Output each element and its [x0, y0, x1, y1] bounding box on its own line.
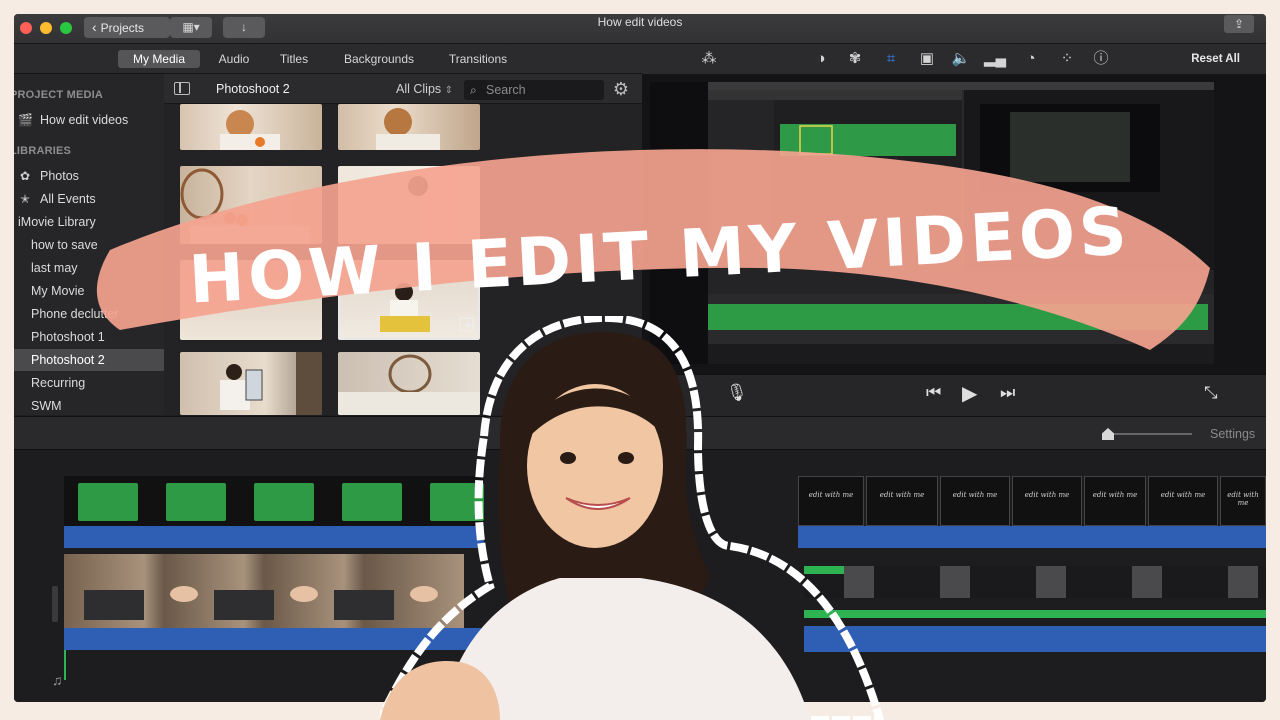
info-icon[interactable]: ⓘ [1090, 50, 1112, 68]
sidebar-item-label: My Movie [31, 284, 85, 298]
play-icon[interactable]: ▶ [962, 381, 977, 406]
clip-image [376, 108, 440, 150]
event-title: Photoshoot 2 [216, 82, 290, 96]
speed-icon[interactable]: ◔ [1020, 50, 1042, 68]
sidebar-item-phone-declutter[interactable]: Phone declutter [14, 303, 164, 325]
gear-icon[interactable]: ⚙ [611, 79, 631, 99]
sidebar-item-label: SWM [31, 399, 62, 413]
title-clip[interactable]: edit with me [940, 476, 1010, 526]
equalizer-icon[interactable]: ▂▄ [984, 50, 1006, 68]
sidebar-item-last-may[interactable]: last may [14, 257, 164, 279]
skip-forward-icon[interactable]: ⏭ [1000, 383, 1015, 403]
sidebar-item-label: Photos [40, 169, 79, 183]
sidebar-toggle-icon[interactable] [174, 82, 190, 95]
tab-audio[interactable]: Audio [212, 50, 256, 68]
stabilization-icon[interactable]: ▣ [916, 50, 938, 68]
color-balance-icon[interactable]: ◑ [810, 50, 832, 68]
viewer-toolbar: ⁂ ◑ ✾ ⌗ ▣ 🔈 ▂▄ ◔ ⁘ ⓘ Reset All [642, 44, 1266, 74]
magic-wand-icon[interactable]: ⁂ [698, 50, 720, 68]
clip-image [180, 168, 310, 244]
clapper-icon: 🎬 [18, 113, 33, 127]
title-clip[interactable]: edit with me [1148, 476, 1218, 526]
green-screen-clip[interactable] [166, 483, 226, 521]
crop-icon[interactable]: ⌗ [880, 50, 902, 68]
tab-backgrounds[interactable]: Backgrounds [332, 50, 426, 68]
search-icon: ⌕ [470, 83, 477, 97]
skip-back-icon[interactable]: ⏮ [926, 383, 941, 403]
presenter-photo [380, 316, 885, 720]
palette-icon[interactable]: ✾ [844, 50, 866, 68]
share-button[interactable]: ⇪ [1224, 15, 1254, 33]
sidebar-item-label: How edit videos [40, 113, 129, 127]
tab-titles[interactable]: Titles [272, 50, 316, 68]
fullscreen-icon[interactable]: ⤡ [1204, 383, 1218, 403]
sidebar-item-label: Photoshoot 2 [31, 353, 105, 367]
track-handle[interactable] [52, 586, 58, 622]
clip-thumbnail[interactable] [180, 166, 322, 244]
photos-flower-icon: ✿ [19, 169, 31, 183]
media-tab-bar: My Media Audio Titles Backgrounds Transi… [14, 44, 642, 74]
title-clip[interactable]: edit with me [1012, 476, 1082, 526]
sidebar-item-imovie-library[interactable]: iMovie Library [14, 211, 164, 233]
sidebar-item-photoshoot-1[interactable]: Photoshoot 1 [14, 326, 164, 348]
sidebar-item-label: last may [31, 261, 78, 275]
filter-icon[interactable]: ⁘ [1056, 50, 1078, 68]
project-media-heading: PROJECT MEDIA [14, 89, 104, 101]
sidebar-item-photoshoot-2[interactable]: Photoshoot 2 [14, 349, 164, 371]
search-placeholder: Search [486, 83, 526, 97]
clip-thumbnail[interactable] [180, 352, 322, 415]
sidebar-item-label: how to save [31, 238, 98, 252]
browser-toolbar: Photoshoot 2 All Clips ⇕ ⌕ Search ⚙ [164, 74, 642, 104]
sidebar-item-swm[interactable]: SWM [14, 395, 164, 417]
libraries-heading: LIBRARIES [14, 145, 72, 157]
title-clip[interactable]: edit with me [1220, 476, 1266, 526]
clip-thumbnail[interactable] [180, 104, 322, 150]
sidebar-item-label: iMovie Library [18, 215, 96, 229]
sidebar-item-my-movie[interactable]: My Movie [14, 280, 164, 302]
sidebar-item-how-to-save[interactable]: how to save [14, 234, 164, 256]
sidebar-item-label: Phone declutter [31, 307, 119, 321]
zoom-slider-knob[interactable] [1102, 428, 1114, 440]
sidebar-item-project[interactable]: 🎬 How edit videos [14, 109, 164, 131]
clip-thumbnail[interactable] [338, 104, 480, 150]
sidebar-item-recurring[interactable]: Recurring [14, 372, 164, 394]
sidebar-item-photos[interactable]: ✿ Photos [14, 165, 164, 187]
clips-filter-select[interactable]: All Clips ⇕ [396, 74, 453, 106]
star-icon: ✭ [19, 192, 31, 206]
clip-thumbnail[interactable] [180, 260, 322, 340]
sidebar-item-label: All Events [40, 192, 96, 206]
clip-image [408, 176, 428, 196]
green-screen-clip[interactable] [78, 483, 138, 521]
clip-thumbnail[interactable] [338, 166, 480, 244]
music-note-icon: ♫ [52, 672, 63, 688]
clips-filter-label: All Clips [396, 82, 442, 96]
title-clip[interactable]: edit with me [1084, 476, 1146, 526]
window-title: How edit videos [597, 15, 683, 29]
title-bar: ‹ Projects ▦▾ ↓ How edit videos ⇪ [14, 14, 1266, 44]
updown-chevron-icon: ⇕ [444, 85, 454, 96]
timeline-settings-button[interactable]: Settings [1210, 417, 1255, 451]
zoom-slider-track[interactable] [1104, 433, 1192, 435]
tab-my-media[interactable]: My Media [118, 50, 200, 68]
clip-image [220, 352, 322, 415]
share-icon: ⇪ [1233, 17, 1245, 31]
sidebar-item-label: Recurring [31, 376, 86, 390]
volume-icon[interactable]: 🔈 [950, 50, 972, 68]
green-screen-clip[interactable] [254, 483, 314, 521]
sidebar-item-label: Photoshoot 1 [31, 330, 105, 344]
reset-all-button[interactable]: Reset All [1191, 44, 1240, 74]
sidebar-item-all-events[interactable]: ✭ All Events [14, 188, 164, 210]
clip-image [220, 110, 280, 150]
search-input[interactable]: ⌕ Search [464, 80, 604, 100]
tab-transitions[interactable]: Transitions [438, 50, 518, 68]
library-sidebar: PROJECT MEDIA 🎬 How edit videos LIBRARIES… [14, 74, 164, 415]
playhead-marker [64, 650, 66, 680]
